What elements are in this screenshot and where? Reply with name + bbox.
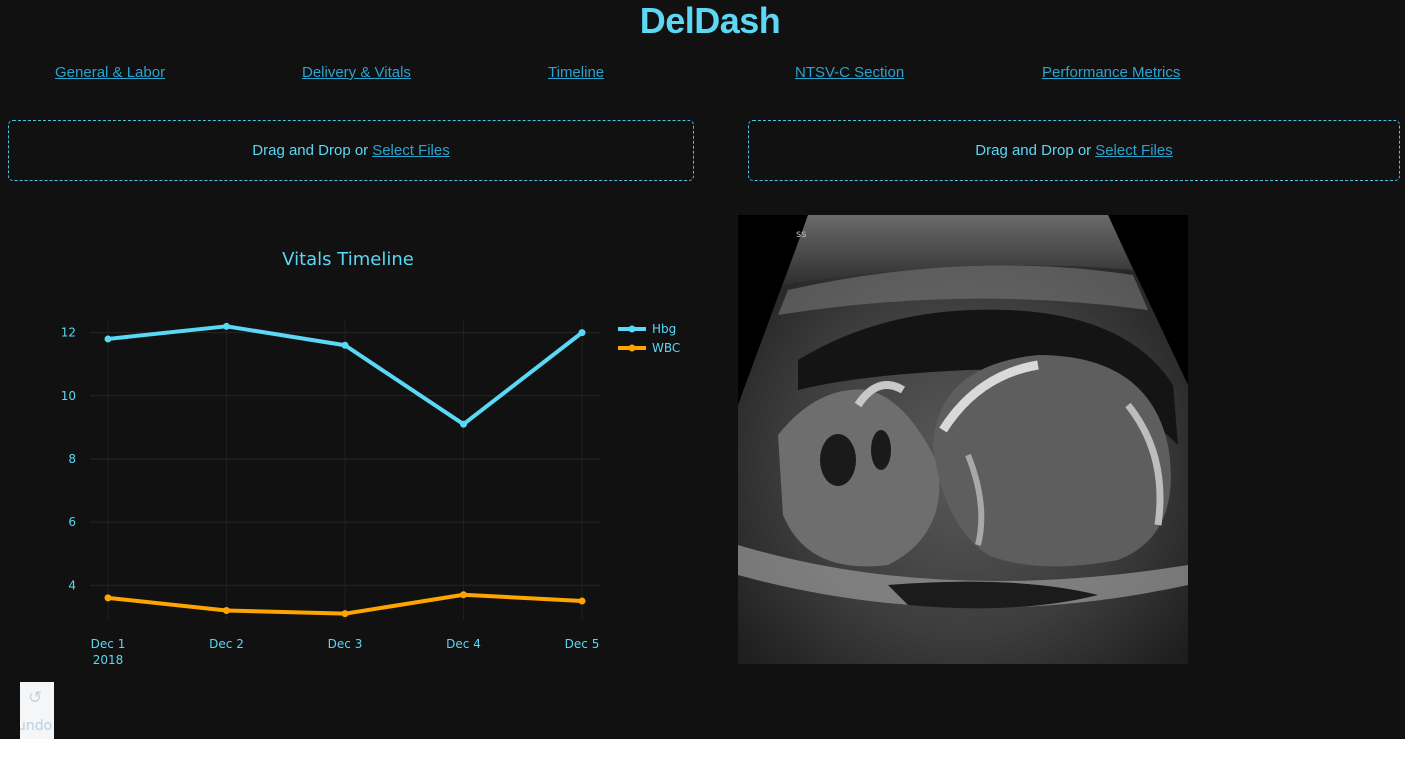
data-point-wbc — [341, 610, 349, 618]
undo-icon: ↺ — [28, 688, 43, 708]
data-point-wbc — [104, 594, 112, 602]
y-tick-label: 10 — [61, 389, 76, 403]
ultrasound-image: ss — [738, 215, 1188, 664]
x-tick-label: Dec 1 — [91, 637, 126, 651]
x-axis-ticks: Dec 1 Dec 2 Dec 3 Dec 4 Dec 5 2018 — [91, 637, 600, 667]
legend-marker-wbc — [628, 344, 636, 352]
chart-legend[interactable]: Hbg WBC — [618, 322, 680, 355]
undo-label: undo — [20, 718, 53, 734]
data-point-hbg — [223, 322, 230, 330]
data-point-wbc — [460, 591, 467, 599]
legend-label-wbc: WBC — [652, 341, 680, 355]
data-point-hbg — [341, 341, 349, 349]
nav-link-timeline[interactable]: Timeline — [548, 63, 604, 83]
x-tick-label: Dec 4 — [446, 637, 481, 651]
file-upload-right[interactable]: Drag and Drop or Select Files — [748, 120, 1400, 181]
y-tick-label: 4 — [68, 578, 76, 592]
vitals-timeline-chart[interactable]: Vitals Timeline 4681012 Dec 1 Dec 2 Dec 3D… — [0, 215, 700, 675]
app-title: DelDash — [639, 0, 781, 41]
chart-title: Vitals Timeline — [282, 249, 414, 270]
x-tick-label: Dec 3 — [328, 637, 363, 651]
legend-label-hbg: Hbg — [652, 322, 676, 336]
legend-marker-hbg — [628, 325, 636, 333]
file-upload-left[interactable]: Drag and Drop or Select Files — [8, 120, 694, 181]
chart-grid — [90, 320, 600, 620]
y-tick-label: 8 — [68, 452, 76, 466]
nav-link-delivery-vitals[interactable]: Delivery & Vitals — [302, 63, 411, 83]
nav-link-performance-metrics[interactable]: Performance Metrics — [1042, 63, 1180, 83]
upload-text: Drag and Drop or — [975, 142, 1092, 159]
data-point-hbg — [104, 335, 112, 343]
upload-text: Drag and Drop or — [252, 142, 369, 159]
y-axis-ticks: 4 6 8 10 12 — [61, 326, 76, 593]
data-point-wbc — [223, 607, 230, 615]
y-tick-label: 12 — [61, 326, 76, 340]
select-files-link[interactable]: Select Files — [1095, 142, 1173, 159]
undo-button[interactable]: ↺ undo — [20, 682, 54, 739]
nav-link-general-labor[interactable]: General & Labor — [55, 63, 165, 83]
data-point-hbg — [578, 329, 586, 337]
y-tick-label: 6 — [68, 515, 76, 529]
data-point-wbc — [578, 597, 586, 605]
x-tick-label: Dec 5 — [565, 637, 600, 651]
app-root: DelDash General & Labor Delivery & Vital… — [0, 0, 1405, 739]
x-tick-label: Dec 2 — [209, 637, 244, 651]
select-files-link[interactable]: Select Files — [372, 142, 450, 159]
x-tick-year-label: 2018 — [93, 653, 124, 667]
nav-link-ntsv-c-section[interactable]: NTSV-C Section — [795, 63, 904, 83]
svg-text:ss: ss — [796, 229, 806, 240]
data-point-hbg — [460, 420, 467, 428]
